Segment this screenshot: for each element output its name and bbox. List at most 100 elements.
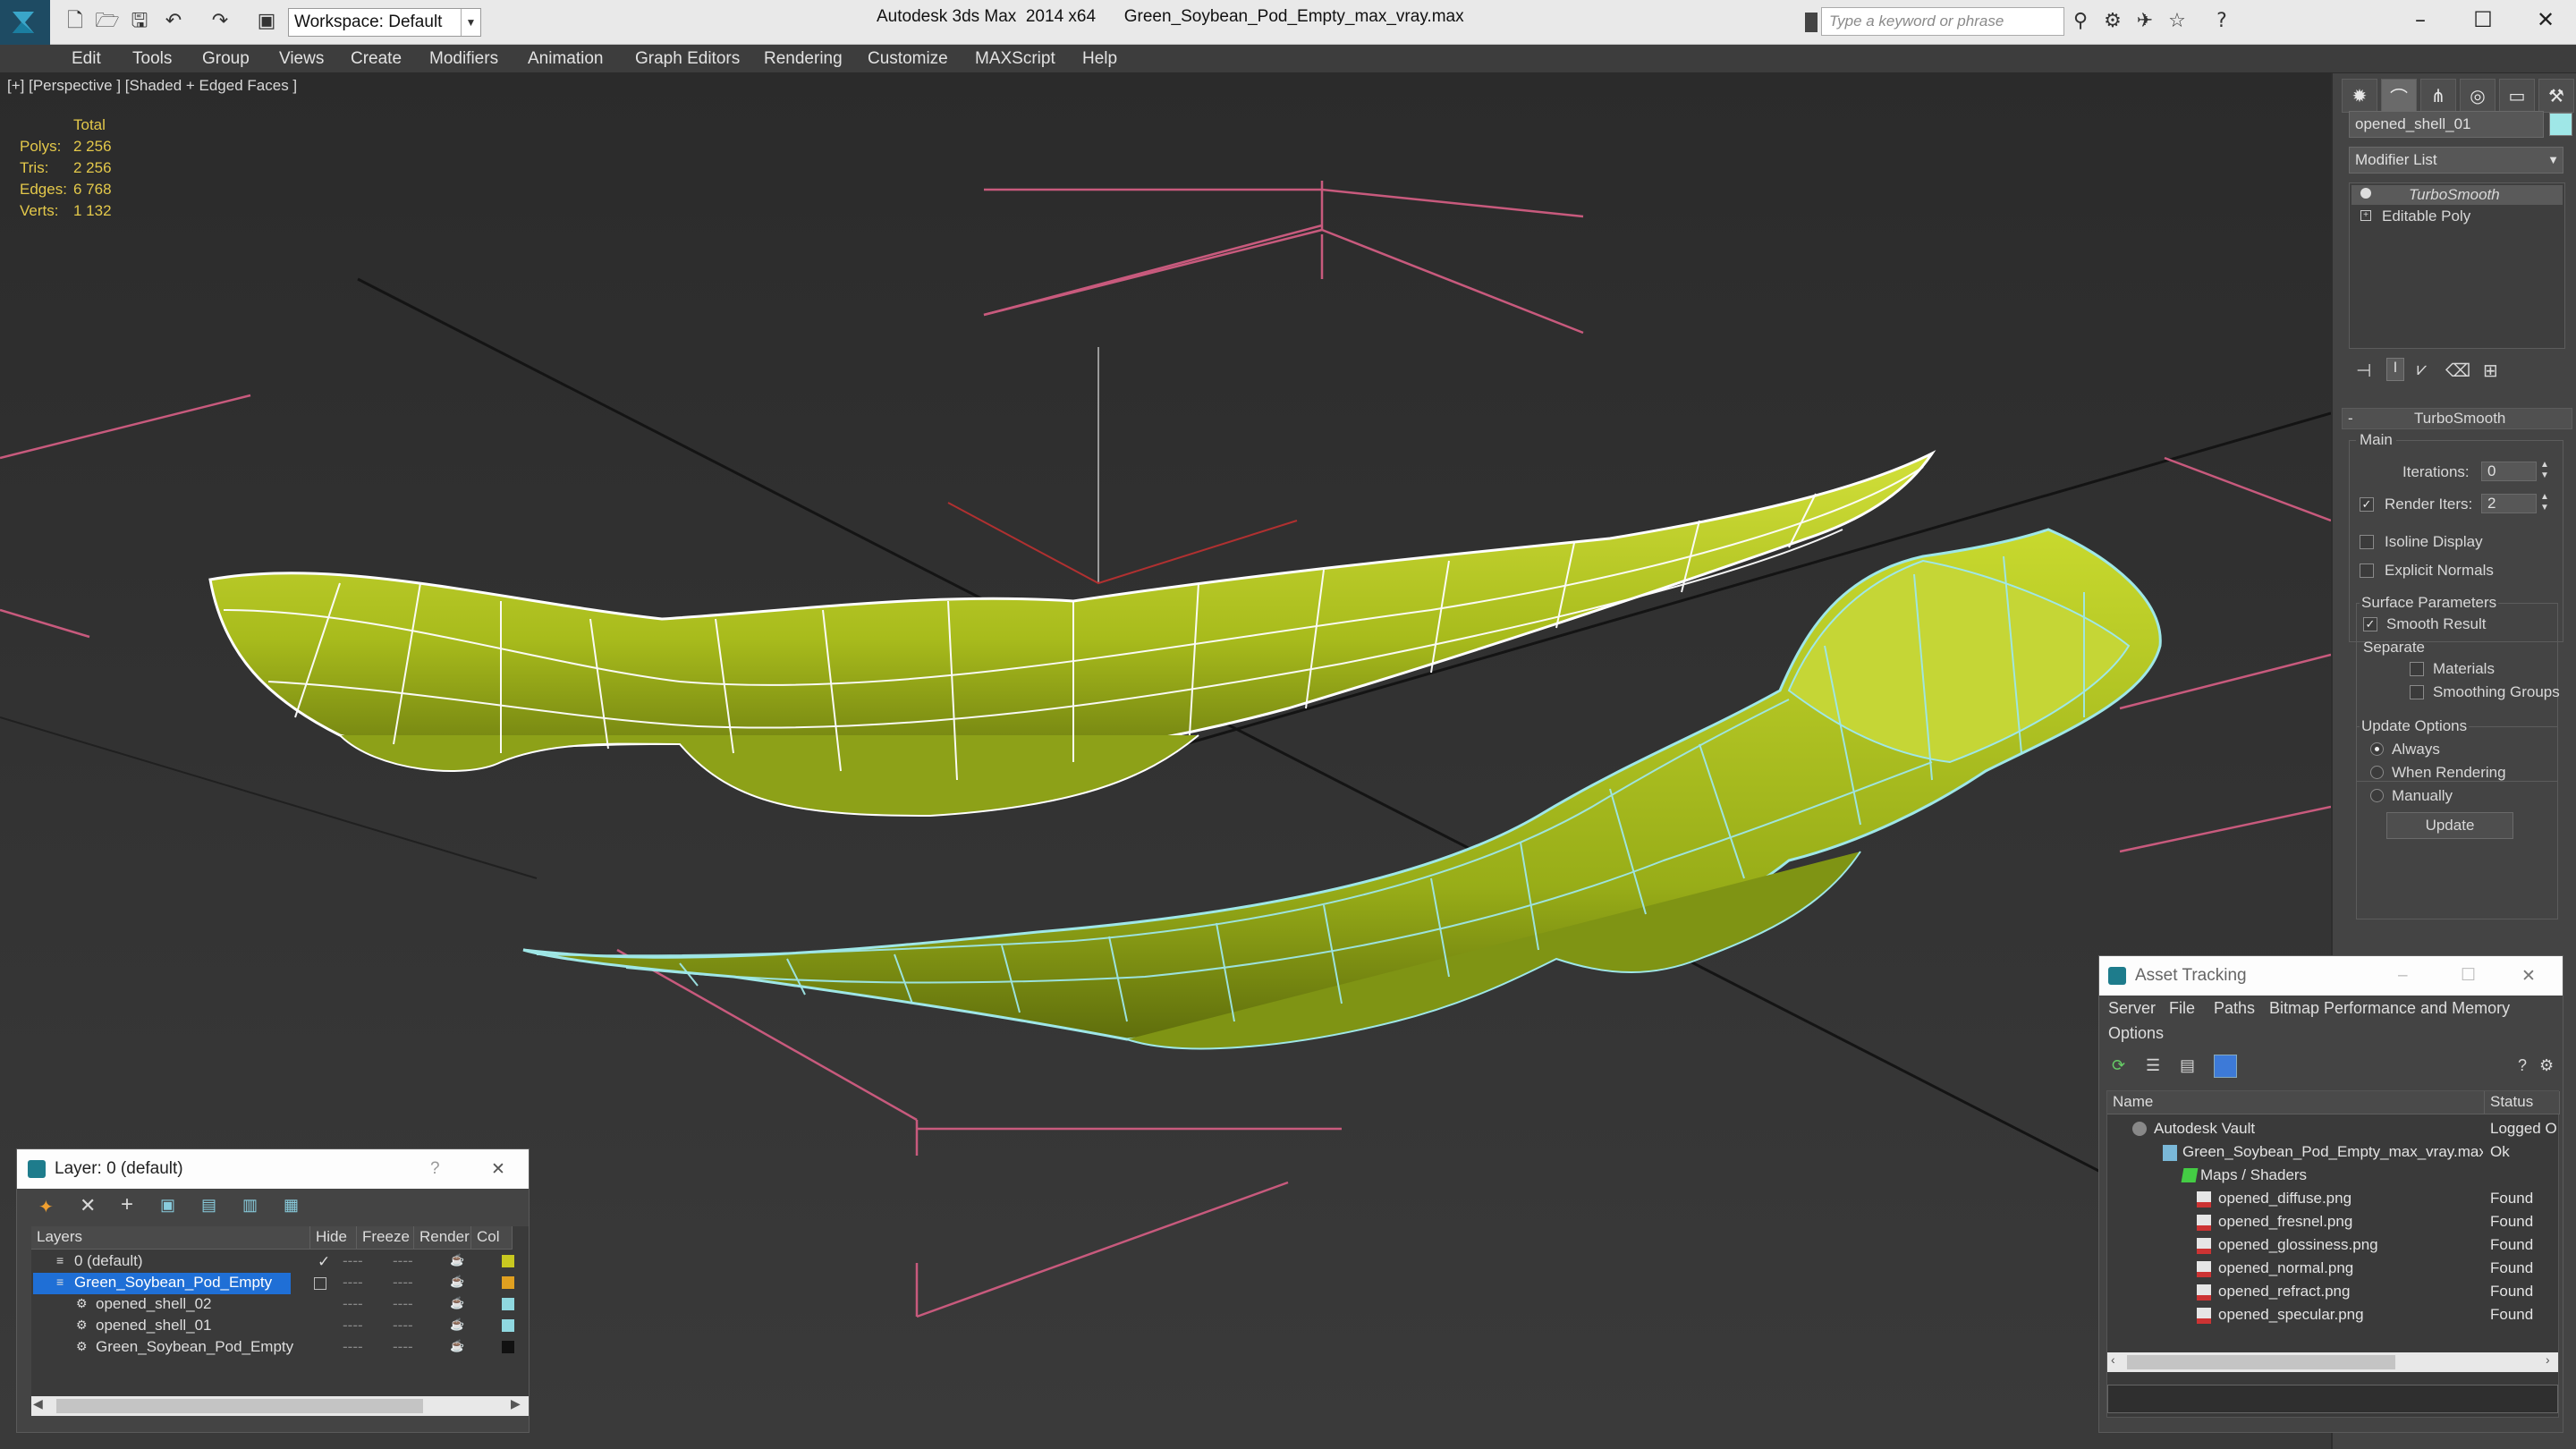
asset-row[interactable]: opened_glossiness.png Found — [2107, 1234, 2560, 1256]
hide-toggle[interactable]: ---- — [343, 1338, 363, 1356]
hide-toggle[interactable]: ---- — [343, 1274, 363, 1292]
highlight-layer-icon[interactable]: ▤ — [201, 1196, 216, 1215]
hide-toggle[interactable]: ---- — [343, 1295, 363, 1313]
communication-icon[interactable]: ⚙ — [2100, 9, 2125, 34]
menu-help[interactable]: Help — [1082, 45, 1117, 73]
minimize-icon[interactable]: – — [2398, 956, 2408, 996]
select-in-layer-icon[interactable]: ▣ — [160, 1196, 175, 1215]
asset-row[interactable]: opened_diffuse.png Found — [2107, 1188, 2560, 1209]
list-view-icon[interactable]: ☰ — [2146, 1056, 2160, 1075]
close-button[interactable]: ✕ — [2519, 2, 2572, 38]
redo-icon[interactable]: ↷ — [208, 9, 233, 34]
asset-menu-server[interactable]: Server — [2108, 999, 2156, 1018]
hide-toggle[interactable]: ---- — [343, 1252, 363, 1270]
layer-row[interactable]: ⚙ opened_shell_01 ---- ---- ☕ — [31, 1316, 514, 1337]
menu-modifiers[interactable]: Modifiers — [429, 45, 498, 73]
asset-row[interactable]: Maps / Shaders — [2107, 1165, 2560, 1186]
spinner-arrows-icon[interactable]: ▲ ▼ — [2540, 492, 2549, 513]
asset-row[interactable]: opened_specular.png Found — [2107, 1304, 2560, 1326]
render-teapot-icon[interactable]: ☕ — [450, 1253, 464, 1267]
layer-color-swatch[interactable] — [502, 1319, 514, 1332]
pin-stack-icon[interactable]: ⊣ — [2356, 360, 2371, 382]
collapse-icon[interactable]: - — [2348, 410, 2353, 428]
freeze-toggle[interactable]: ---- — [393, 1252, 413, 1270]
manually-radio[interactable] — [2370, 789, 2384, 802]
workspace-select[interactable]: Workspace: Default ▼ — [288, 8, 481, 37]
col-header-color[interactable]: Col — [471, 1226, 513, 1250]
save-file-icon[interactable]: 🖫 — [127, 9, 152, 34]
project-folder-icon[interactable]: ▣ — [254, 9, 279, 34]
object-color-swatch[interactable] — [2549, 113, 2572, 136]
render-teapot-icon[interactable]: ☕ — [450, 1318, 464, 1332]
horizontal-scrollbar[interactable]: ‹ › — [2107, 1352, 2558, 1372]
layer-color-swatch[interactable] — [502, 1276, 514, 1289]
asset-row[interactable]: Green_Soybean_Pod_Empty_max_vray.max Ok — [2107, 1141, 2560, 1163]
explicit-normals-checkbox[interactable] — [2360, 564, 2374, 578]
undo-icon[interactable]: ↶ — [161, 9, 186, 34]
layer-new-icon[interactable]: ✦ — [38, 1196, 54, 1218]
menu-tools[interactable]: Tools — [132, 45, 172, 73]
create-tab-icon[interactable]: ✹ — [2342, 79, 2377, 113]
col-header-hide[interactable]: Hide — [310, 1226, 357, 1250]
help-icon[interactable]: ? — [2518, 1056, 2527, 1075]
search-input[interactable]: Type a keyword or phrase — [1821, 7, 2064, 36]
menu-maxscript[interactable]: MAXScript — [975, 45, 1055, 73]
layer-row[interactable]: ⚙ Green_Soybean_Pod_Empty ---- ---- ☕ — [31, 1337, 514, 1359]
table-view-icon[interactable] — [2214, 1055, 2237, 1078]
layer-color-swatch[interactable] — [502, 1255, 514, 1267]
layer-color-swatch[interactable] — [502, 1341, 514, 1353]
active-layer-box[interactable] — [314, 1277, 326, 1290]
menu-views[interactable]: Views — [279, 45, 324, 73]
configure-sets-icon[interactable]: ⊞ — [2483, 360, 2498, 382]
render-teapot-icon[interactable]: ☕ — [450, 1339, 464, 1353]
menu-edit[interactable]: Edit — [72, 45, 101, 73]
col-header-name[interactable]: Name — [2107, 1091, 2485, 1114]
viewport-label[interactable]: [+] [Perspective ] [Shaded + Edged Faces… — [7, 77, 297, 95]
scroll-right-icon[interactable]: ▶ — [511, 1396, 521, 1411]
add-to-layer-icon[interactable]: + — [121, 1192, 133, 1217]
stack-item-turbosmooth[interactable]: TurboSmooth — [2351, 185, 2563, 205]
maximize-button[interactable]: ☐ — [2456, 2, 2510, 38]
minimize-button[interactable]: – — [2394, 2, 2447, 38]
freeze-toggle[interactable]: ---- — [393, 1274, 413, 1292]
motion-tab-icon[interactable]: ◎ — [2460, 79, 2496, 113]
horizontal-scrollbar[interactable]: ◀ ▶ — [31, 1396, 529, 1416]
layer-row[interactable]: ≡ Green_Soybean_Pod_Empty ---- ---- ☕ — [31, 1273, 514, 1294]
settings-icon[interactable]: ⚙ — [2539, 1056, 2554, 1075]
update-button[interactable]: Update — [2386, 812, 2513, 839]
asset-row[interactable]: opened_normal.png Found — [2107, 1258, 2560, 1279]
remove-modifier-icon[interactable]: ⌫ — [2445, 360, 2470, 382]
new-file-icon[interactable]: 🗋 — [63, 9, 88, 34]
hide-toggle[interactable]: ---- — [343, 1317, 363, 1335]
render-teapot-icon[interactable]: ☕ — [450, 1296, 464, 1310]
layer-color-swatch[interactable] — [502, 1298, 514, 1310]
col-header-freeze[interactable]: Freeze — [357, 1226, 414, 1250]
active-layer-check-icon[interactable]: ✓ — [318, 1253, 330, 1271]
menu-create[interactable]: Create — [351, 45, 402, 73]
make-unique-icon[interactable]: ⩗ — [2417, 360, 2427, 380]
smooth-result-checkbox[interactable]: ✓ — [2363, 617, 2377, 631]
render-iters-spinner[interactable]: 2 — [2481, 494, 2537, 513]
smoothing-groups-checkbox[interactable] — [2410, 685, 2424, 699]
display-tab-icon[interactable]: ▭ — [2499, 79, 2535, 113]
modifier-list-dropdown[interactable]: Modifier List ▼ — [2349, 147, 2563, 174]
asset-tracking-titlebar[interactable]: Asset Tracking – ☐ ✕ — [2099, 956, 2563, 996]
col-header-layers[interactable]: Layers — [31, 1226, 310, 1250]
always-radio[interactable] — [2370, 742, 2384, 756]
utilities-tab-icon[interactable]: ⚒ — [2538, 79, 2574, 113]
asset-menu-bitmap-performance[interactable]: Bitmap Performance and Memory — [2269, 999, 2510, 1018]
menu-group[interactable]: Group — [202, 45, 250, 73]
freeze-toggle[interactable]: ---- — [393, 1295, 413, 1313]
app-logo-icon[interactable] — [0, 0, 50, 45]
render-teapot-icon[interactable]: ☕ — [450, 1275, 464, 1289]
asset-row[interactable]: opened_fresnel.png Found — [2107, 1211, 2560, 1233]
asset-menu-options[interactable]: Options — [2108, 1024, 2164, 1043]
col-header-render[interactable]: Render — [414, 1226, 471, 1250]
maximize-icon[interactable]: ☐ — [2461, 956, 2476, 996]
menu-rendering[interactable]: Rendering — [764, 45, 843, 73]
spinner-arrows-icon[interactable]: ▲ ▼ — [2540, 460, 2549, 481]
open-file-icon[interactable]: 🗁 — [95, 9, 120, 34]
freeze-toggle[interactable]: ---- — [393, 1338, 413, 1356]
help-icon[interactable]: ? — [2209, 9, 2234, 34]
show-end-result-icon[interactable]: I — [2386, 358, 2404, 381]
